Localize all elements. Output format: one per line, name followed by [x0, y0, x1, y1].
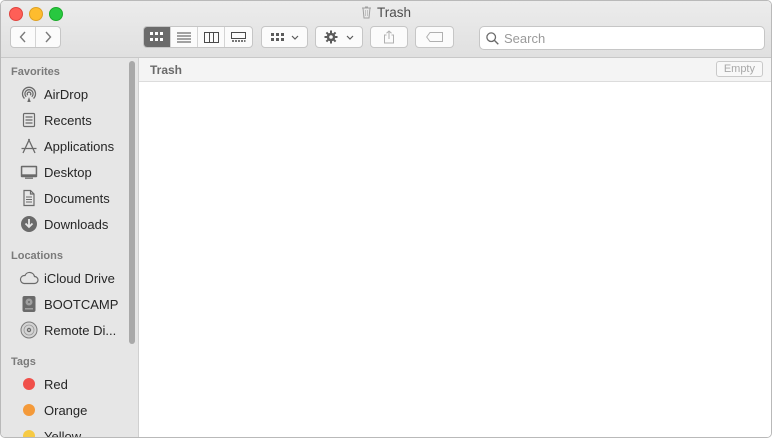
trash-icon [361, 6, 371, 19]
sidebar-item-label: Orange [44, 402, 88, 418]
sidebar-item-downloads[interactable]: Downloads [1, 212, 131, 236]
search-field[interactable] [479, 26, 765, 50]
list-icon [177, 32, 191, 42]
navigation-buttons [10, 26, 61, 48]
sidebar-item-applications[interactable]: Applications [1, 134, 131, 158]
gallery-icon [231, 31, 246, 42]
sidebar: Favorites AirDrop Recents Applications D… [1, 58, 139, 438]
gallery-view-button[interactable] [225, 27, 252, 47]
chevron-right-icon [45, 31, 52, 43]
sidebar-item-label: Yellow [44, 428, 82, 438]
column-view-button[interactable] [198, 27, 225, 47]
list-view-button[interactable] [171, 27, 198, 47]
view-mode-control [143, 26, 253, 48]
airdrop-icon [18, 84, 40, 104]
columns-icon [203, 31, 219, 43]
sidebar-item-label: Downloads [44, 216, 109, 232]
chevron-down-icon [346, 35, 354, 40]
empty-trash-button[interactable]: Empty [715, 61, 763, 77]
file-browser-area[interactable]: Trash Empty [139, 58, 771, 437]
applications-icon [18, 136, 40, 156]
action-menu-button[interactable] [315, 26, 363, 48]
share-button[interactable] [370, 26, 408, 48]
sidebar-item-airdrop[interactable]: AirDrop [1, 82, 131, 106]
gear-icon [324, 30, 338, 44]
red-tag-icon [18, 374, 40, 394]
disk-icon [18, 294, 40, 314]
share-icon [384, 30, 394, 44]
yellow-tag-icon [18, 426, 40, 437]
sidebar-item-tag-yellow[interactable]: Yellow [1, 424, 131, 438]
sidebar-item-label: Remote Di... [44, 322, 117, 338]
sidebar-item-documents[interactable]: Documents [1, 186, 131, 210]
sidebar-item-label: iCloud Drive [44, 270, 115, 286]
cloud-icon [18, 268, 40, 288]
toolbar: Trash [1, 1, 771, 58]
favorites-section-title: Favorites [11, 66, 60, 78]
sidebar-item-tag-red[interactable]: Red [1, 372, 131, 396]
back-button[interactable] [11, 27, 36, 47]
search-icon [486, 31, 499, 45]
forward-button[interactable] [36, 27, 60, 47]
documents-icon [18, 188, 40, 208]
sidebar-item-remote-disc[interactable]: Remote Di... [1, 318, 131, 342]
recents-icon [18, 110, 40, 130]
sidebar-item-icloud-drive[interactable]: iCloud Drive [1, 266, 131, 290]
downloads-icon [18, 214, 40, 234]
sidebar-item-label: Applications [44, 138, 115, 154]
sidebar-item-recents[interactable]: Recents [1, 108, 131, 132]
locations-section-title: Locations [11, 250, 63, 262]
sidebar-item-label: Desktop [44, 164, 92, 180]
folder-title: Trash [150, 63, 183, 77]
tag-icon [425, 32, 443, 42]
sidebar-item-label: Recents [44, 112, 92, 128]
chevron-left-icon [19, 31, 26, 43]
sidebar-scrollbar[interactable] [129, 61, 135, 344]
orange-tag-icon [18, 400, 40, 420]
sidebar-item-bootcamp[interactable]: BOOTCAMP [1, 292, 131, 316]
window-title: Trash [1, 5, 771, 20]
finder-window: Trash Search Favorites AirDrop Recents A… [0, 0, 772, 438]
folder-header-bar: Trash Empty [139, 58, 771, 82]
sidebar-item-desktop[interactable]: Desktop [1, 160, 131, 184]
chevron-down-icon [291, 35, 298, 40]
tags-section-title: Tags [11, 356, 36, 368]
search-input[interactable] [504, 30, 744, 46]
edit-tags-button[interactable] [415, 26, 454, 48]
grid-icon [270, 32, 284, 41]
sidebar-item-label: AirDrop [44, 86, 89, 102]
sidebar-item-label: Red [44, 376, 68, 392]
sidebar-item-label: BOOTCAMP [44, 296, 119, 312]
disc-icon [18, 320, 40, 340]
group-by-button[interactable] [261, 26, 308, 48]
window-title-text: Trash [376, 5, 411, 20]
grid-icon [150, 32, 163, 41]
sidebar-item-label: Documents [44, 190, 110, 206]
desktop-icon [18, 162, 40, 182]
sidebar-item-tag-orange[interactable]: Orange [1, 398, 131, 422]
icon-view-button[interactable] [144, 27, 171, 47]
